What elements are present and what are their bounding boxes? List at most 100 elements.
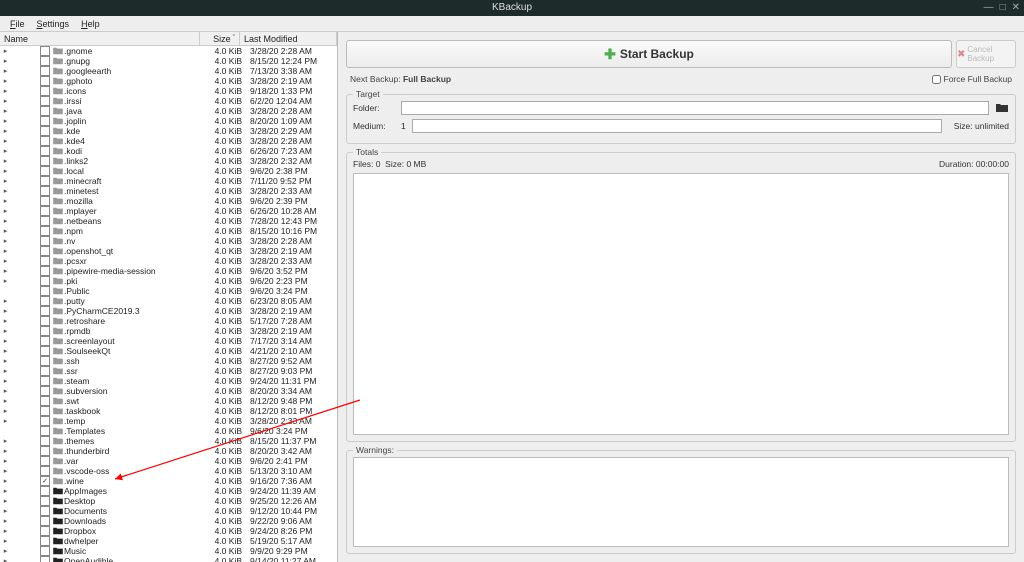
expander-icon[interactable]: ▸ [0,507,8,515]
tree-row[interactable]: ▸Dropbox4.0 KiB9/24/20 8:26 PM [0,526,337,536]
checkbox[interactable] [40,116,50,126]
checkbox[interactable] [40,426,50,436]
checkbox[interactable] [40,266,50,276]
tree-row[interactable]: ▸.gphoto4.0 KiB3/28/20 2:19 AM [0,76,337,86]
menu-help[interactable]: Help [75,19,106,29]
tree-row[interactable]: ▸.java4.0 KiB3/28/20 2:28 AM [0,106,337,116]
tree-row[interactable]: ▸.irssi4.0 KiB6/2/20 12:04 AM [0,96,337,106]
expander-icon[interactable]: ▸ [0,547,8,555]
expander-icon[interactable]: ▸ [0,177,8,185]
tree-row[interactable]: ▸.kde4.0 KiB3/28/20 2:29 AM [0,126,337,136]
expander-icon[interactable]: ▸ [0,277,8,285]
expander-icon[interactable]: ▸ [0,537,8,545]
checkbox[interactable] [40,306,50,316]
tree-row[interactable]: ▸.thunderbird4.0 KiB8/20/20 3:42 AM [0,446,337,456]
expander-icon[interactable]: ▸ [0,447,8,455]
tree-row[interactable]: ▸.icons4.0 KiB9/18/20 1:33 PM [0,86,337,96]
checkbox[interactable] [40,126,50,136]
checkbox[interactable] [40,146,50,156]
tree-row[interactable]: ▸.retroshare4.0 KiB5/17/20 7:28 AM [0,316,337,326]
menu-file[interactable]: File [4,19,31,29]
checkbox[interactable] [40,366,50,376]
tree-row[interactable]: ▸.kodi4.0 KiB6/26/20 7:23 AM [0,146,337,156]
expander-icon[interactable]: ▸ [0,157,8,165]
tree-row[interactable]: ▸.pki4.0 KiB9/6/20 2:23 PM [0,276,337,286]
expander-icon[interactable]: ▸ [0,327,8,335]
expander-icon[interactable]: ▸ [0,187,8,195]
checkbox[interactable] [40,456,50,466]
checkbox[interactable] [40,106,50,116]
expander-icon[interactable]: ▸ [0,407,8,415]
checkbox[interactable] [40,186,50,196]
checkbox[interactable] [40,496,50,506]
expander-icon[interactable]: ▸ [0,197,8,205]
tree-row[interactable]: ▸.pipewire-media-session4.0 KiB9/6/20 3:… [0,266,337,276]
tree-row[interactable]: .Public4.0 KiB9/6/20 3:24 PM [0,286,337,296]
warnings-box[interactable] [353,457,1009,547]
tree-row[interactable]: ▸.vscode-oss4.0 KiB5/13/20 3:10 AM [0,466,337,476]
checkbox[interactable] [40,96,50,106]
checkbox[interactable] [40,546,50,556]
expander-icon[interactable]: ▸ [0,117,8,125]
tree-row[interactable]: ▸.netbeans4.0 KiB7/28/20 12:43 PM [0,216,337,226]
checkbox[interactable] [40,56,50,66]
checkbox[interactable] [40,506,50,516]
checkbox[interactable] [40,416,50,426]
tree-row[interactable]: ▸.local4.0 KiB9/6/20 2:38 PM [0,166,337,176]
tree-row[interactable]: ▸.mplayer4.0 KiB6/26/20 10:28 AM [0,206,337,216]
close-icon[interactable]: ✕ [1012,0,1020,16]
checkbox[interactable] [40,256,50,266]
tree-row[interactable]: ▸.subversion4.0 KiB8/20/20 3:34 AM [0,386,337,396]
checkbox[interactable] [40,336,50,346]
tree-row[interactable]: ▸.temp4.0 KiB3/28/20 2:33 AM [0,416,337,426]
tree-row[interactable]: ▸.minecraft4.0 KiB7/11/20 9:52 PM [0,176,337,186]
expander-icon[interactable]: ▸ [0,477,8,485]
tree-row[interactable]: ▸.gnupg4.0 KiB8/15/20 12:24 PM [0,56,337,66]
checkbox[interactable] [40,326,50,336]
log-box[interactable] [353,173,1009,435]
expander-icon[interactable]: ▸ [0,137,8,145]
expander-icon[interactable]: ▸ [0,67,8,75]
checkbox[interactable] [40,236,50,246]
checkbox[interactable] [40,66,50,76]
expander-icon[interactable]: ▸ [0,337,8,345]
tree-row[interactable]: ▸.mozilla4.0 KiB9/6/20 2:39 PM [0,196,337,206]
tree-row[interactable]: ▸.ssr4.0 KiB8/27/20 9:03 PM [0,366,337,376]
tree-row[interactable]: ▸.joplin4.0 KiB8/20/20 1:09 AM [0,116,337,126]
tree-body[interactable]: ▸.gnome4.0 KiB3/28/20 2:28 AM▸.gnupg4.0 … [0,46,337,562]
tree-row[interactable]: ▸.swt4.0 KiB8/12/20 9:48 PM [0,396,337,406]
expander-icon[interactable]: ▸ [0,77,8,85]
expander-icon[interactable]: ▸ [0,467,8,475]
maximize-icon[interactable]: □ [1000,0,1006,16]
browse-folder-button[interactable] [995,101,1009,115]
menu-settings[interactable]: Settings [31,19,76,29]
tree-row[interactable]: ▸.googleearth4.0 KiB7/13/20 3:38 AM [0,66,337,76]
expander-icon[interactable]: ▸ [0,257,8,265]
checkbox[interactable] [40,86,50,96]
start-backup-button[interactable]: ✚ Start Backup [346,40,952,68]
checkbox[interactable] [40,46,50,56]
tree-row[interactable]: ▸.var4.0 KiB9/6/20 2:41 PM [0,456,337,466]
medium-input[interactable] [412,119,942,133]
checkbox[interactable] [40,76,50,86]
checkbox[interactable] [40,176,50,186]
tree-row[interactable]: ▸.minetest4.0 KiB3/28/20 2:33 AM [0,186,337,196]
expander-icon[interactable]: ▸ [0,357,8,365]
checkbox[interactable] [40,376,50,386]
expander-icon[interactable]: ▸ [0,237,8,245]
expander-icon[interactable]: ▸ [0,247,8,255]
expander-icon[interactable]: ▸ [0,267,8,275]
checkbox[interactable] [40,246,50,256]
tree-row[interactable]: ▸.screenlayout4.0 KiB7/17/20 3:14 AM [0,336,337,346]
tree-row[interactable]: ▸Downloads4.0 KiB9/22/20 9:06 AM [0,516,337,526]
expander-icon[interactable]: ▸ [0,377,8,385]
checkbox[interactable] [40,526,50,536]
checkbox[interactable] [40,196,50,206]
expander-icon[interactable]: ▸ [0,167,8,175]
tree-row[interactable]: ▸Documents4.0 KiB9/12/20 10:44 PM [0,506,337,516]
checkbox[interactable] [40,136,50,146]
expander-icon[interactable]: ▸ [0,557,8,562]
tree-row[interactable]: ▸Desktop4.0 KiB9/25/20 12:26 AM [0,496,337,506]
expander-icon[interactable]: ▸ [0,97,8,105]
checkbox[interactable] [40,286,50,296]
